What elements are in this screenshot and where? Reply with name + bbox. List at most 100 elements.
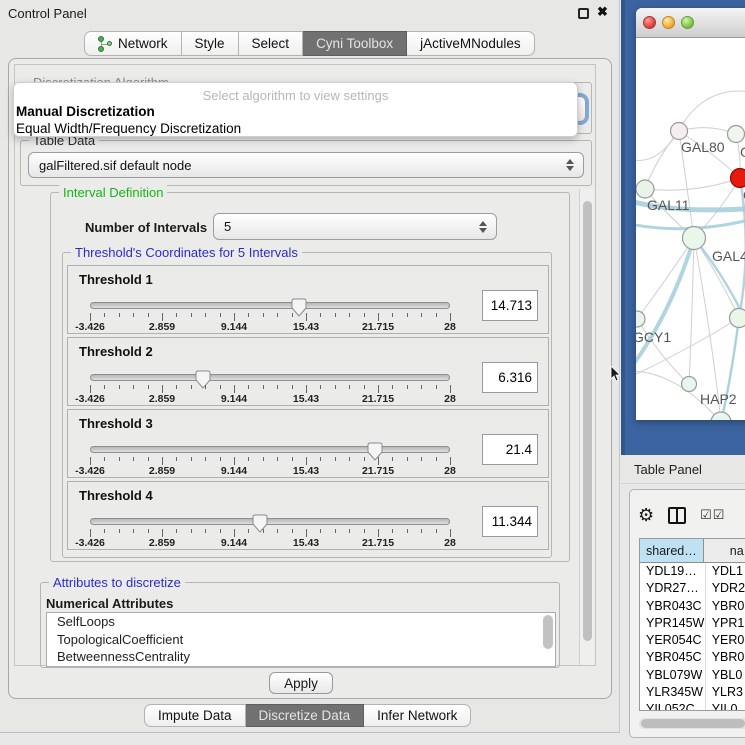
tick-mark — [205, 385, 206, 389]
tick-mark — [450, 313, 451, 321]
table-data-combobox[interactable]: galFiltered.sif default node — [28, 152, 584, 178]
cell-name: YIL0 — [706, 701, 745, 711]
popup-option-manual-discretization[interactable]: Manual Discretization — [14, 103, 577, 120]
network-node[interactable] — [636, 311, 645, 327]
number-of-intervals-combobox[interactable]: 5 — [213, 213, 497, 240]
threshold-panel: Threshold 3-3.4262.8599.14415.4321.71528… — [67, 409, 549, 478]
tick-label: 21.715 — [362, 321, 394, 333]
threshold-value-field[interactable]: 11.344 — [482, 506, 538, 537]
network-node[interactable] — [671, 123, 688, 140]
network-edge — [645, 131, 679, 189]
group-title: Interval Definition — [59, 185, 167, 200]
table-header-row: shared… na — [640, 539, 745, 563]
network-node[interactable] — [683, 227, 706, 250]
table-row[interactable]: YPR145WYPR1 — [640, 615, 745, 632]
tab-network[interactable]: Network — [84, 31, 182, 56]
tick-mark — [378, 529, 379, 537]
column-header-shared-name[interactable]: shared… — [640, 539, 704, 562]
tick-mark — [191, 529, 192, 533]
threshold-value-field[interactable]: 6.316 — [482, 362, 538, 393]
threshold-slider[interactable] — [90, 302, 450, 309]
tab-infer-network[interactable]: Infer Network — [364, 704, 471, 727]
attribute-list-item[interactable]: BetweennessCentrality — [47, 648, 555, 666]
network-edge — [689, 238, 694, 384]
tick-mark — [90, 385, 91, 393]
network-node[interactable] — [728, 126, 745, 143]
network-node[interactable] — [731, 169, 745, 188]
list-vertical-scrollbar[interactable] — [543, 615, 553, 649]
cell-shared-name: YIL052C — [640, 701, 706, 711]
cell-name: YDL1 — [706, 563, 745, 580]
table-row[interactable]: YIL052CYIL0 — [640, 701, 745, 711]
columns-icon[interactable] — [668, 507, 686, 524]
bottom-tab-bar: Impute Data Discretize Data Infer Networ… — [144, 704, 471, 727]
checkboxes-icon[interactable]: ☑☑ — [700, 507, 725, 523]
tick-mark — [277, 385, 278, 389]
scrollbar-thumb[interactable] — [583, 201, 592, 641]
tab-label: Discretize Data — [259, 708, 351, 723]
scrollbar-thumb[interactable] — [641, 719, 745, 728]
attribute-list-item[interactable]: SelfLoops — [47, 613, 555, 631]
table-row[interactable]: YDL19…YDL1 — [640, 563, 745, 580]
tick-mark — [320, 529, 321, 533]
close-icon[interactable]: ✖ — [597, 4, 608, 20]
table-row[interactable]: YBR043CYBR0 — [640, 598, 745, 615]
tick-mark — [220, 385, 221, 389]
numerical-attributes-list[interactable]: SelfLoopsTopologicalCoefficientBetweenne… — [46, 612, 556, 667]
panel-vertical-scrollbar[interactable] — [579, 189, 594, 665]
table-row[interactable]: YBR045CYBR0 — [640, 649, 745, 666]
cell-name: YDR2 — [706, 580, 745, 597]
table-body: YDL19…YDL1YDR27…YDR2YBR043CYBR0YPR145WYP… — [640, 563, 745, 711]
network-node[interactable] — [636, 180, 654, 198]
network-canvas[interactable]: GAL80GCGAL11GAL4GCY1HHAP2 — [636, 39, 745, 420]
tick-mark — [320, 313, 321, 317]
top-tab-bar: Network Style Select Cyni Toolbox jActiv… — [84, 31, 535, 56]
slider-tick-labels: -3.4262.8599.14415.4321.71528 — [90, 393, 450, 405]
threshold-value-field[interactable]: 14.713 — [482, 290, 538, 321]
apply-button[interactable]: Apply — [269, 672, 333, 694]
network-node[interactable] — [682, 377, 697, 392]
threshold-slider[interactable] — [90, 518, 450, 525]
float-window-icon[interactable] — [578, 8, 589, 19]
tick-label: 15.43 — [293, 321, 319, 333]
popup-option-equal-width-frequency[interactable]: Equal Width/Frequency Discretization — [14, 120, 577, 137]
tab-label: Network — [118, 36, 168, 51]
tab-jactivemnodules[interactable]: jActiveMNodules — [407, 31, 535, 56]
table-panel: ⚙ ☑☑ shared… na YDL19…YDL1YDR27…YDR2YBR0… — [629, 489, 745, 738]
gear-icon[interactable]: ⚙ — [638, 506, 654, 524]
tick-mark — [162, 529, 163, 537]
table-horizontal-scrollbar[interactable] — [639, 718, 745, 729]
tab-label: jActiveMNodules — [420, 36, 521, 51]
network-node[interactable] — [730, 309, 745, 328]
tab-discretize-data[interactable]: Discretize Data — [246, 704, 365, 727]
tick-mark — [421, 385, 422, 389]
cell-shared-name: YBR043C — [640, 598, 706, 615]
tab-select[interactable]: Select — [239, 31, 304, 56]
threshold-label: Threshold 3 — [79, 416, 153, 431]
tick-mark — [364, 313, 365, 317]
threshold-slider[interactable] — [90, 374, 450, 381]
cell-shared-name: YBR045C — [640, 649, 706, 666]
network-node[interactable] — [711, 412, 731, 420]
tick-label: -3.426 — [75, 465, 105, 477]
tick-label: 15.43 — [293, 537, 319, 549]
tick-mark — [349, 313, 350, 317]
tab-style[interactable]: Style — [182, 31, 239, 56]
table-row[interactable]: YLR345WYLR3 — [640, 684, 745, 701]
tab-impute-data[interactable]: Impute Data — [144, 704, 246, 727]
table-row[interactable]: YDR27…YDR2 — [640, 580, 745, 597]
column-header-name[interactable]: na — [704, 539, 745, 562]
table-row[interactable]: YBL079WYBL0 — [640, 667, 745, 684]
table-row[interactable]: YER054CYER0 — [640, 632, 745, 649]
network-node-label: GAL80 — [681, 139, 725, 155]
cell-shared-name: YER054C — [640, 632, 706, 649]
attribute-list-item[interactable]: TopologicalCoefficient — [47, 631, 555, 649]
tab-label: Select — [252, 36, 290, 51]
tab-cyni-toolbox[interactable]: Cyni Toolbox — [303, 31, 407, 56]
threshold-value-field[interactable]: 21.4 — [482, 434, 538, 465]
minimize-traffic-light[interactable] — [662, 16, 675, 29]
zoom-traffic-light[interactable] — [681, 16, 694, 29]
threshold-slider[interactable] — [90, 446, 450, 453]
tick-mark — [162, 385, 163, 393]
close-traffic-light[interactable] — [643, 16, 656, 29]
